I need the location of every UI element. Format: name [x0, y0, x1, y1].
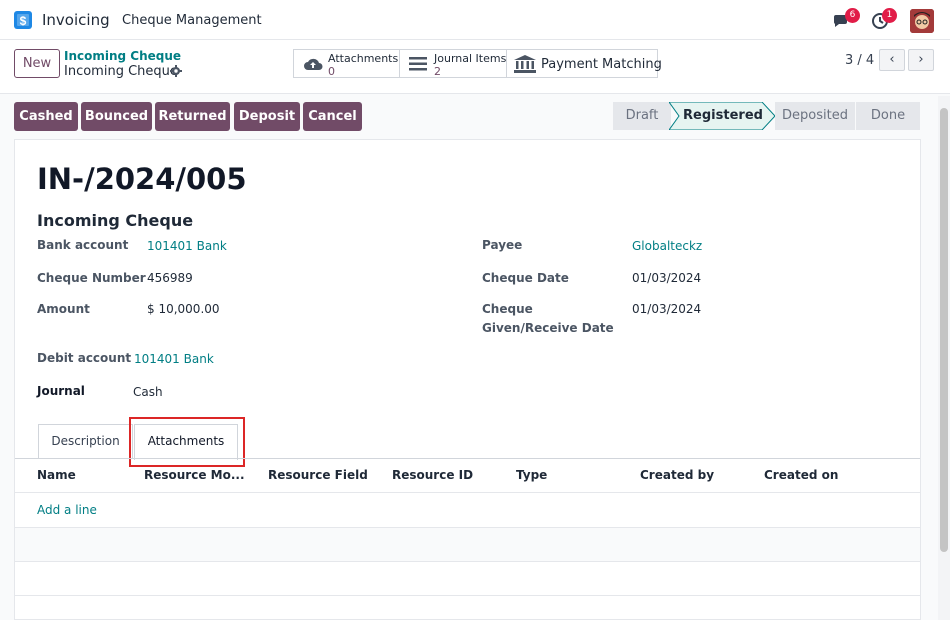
app-name[interactable]: Invoicing — [42, 11, 110, 29]
status-deposited[interactable]: Deposited — [775, 102, 855, 130]
activities-badge: 1 — [882, 8, 897, 23]
deposit-button[interactable]: Deposit — [234, 102, 300, 131]
column-resource-field[interactable]: Resource Field — [268, 468, 368, 482]
record-name: IN-/2024/005 — [37, 162, 247, 196]
cheque-date-value[interactable]: 01/03/2024 — [632, 271, 701, 285]
tab-description[interactable]: Description — [38, 424, 133, 459]
column-type[interactable]: Type — [516, 468, 547, 482]
attachments-tab-highlight — [129, 417, 245, 467]
cashed-button[interactable]: Cashed — [14, 102, 78, 131]
payment-matching-smart-button[interactable]: Payment Matching — [506, 49, 662, 78]
vertical-scrollbar[interactable] — [938, 96, 950, 620]
cancel-button[interactable]: Cancel — [303, 102, 362, 131]
bounced-button[interactable]: Bounced — [81, 102, 152, 131]
invoicing-app-icon[interactable]: $ — [14, 11, 32, 29]
attachments-label: Attachments — [328, 52, 399, 65]
list-icon — [409, 57, 427, 71]
control-panel: New Incoming Cheque Incoming Cheque Atta… — [0, 40, 950, 94]
add-a-line-link[interactable]: Add a line — [37, 503, 97, 517]
form-sheet: IN-/2024/005 Incoming Cheque Bank accoun… — [14, 139, 921, 620]
row-divider — [15, 561, 920, 562]
column-created-by[interactable]: Created by — [640, 468, 714, 482]
bank-icon — [514, 55, 536, 73]
attachments-count: 0 — [328, 65, 335, 78]
menu-cheque-management[interactable]: Cheque Management — [122, 13, 262, 28]
cheque-number-value[interactable]: 456989 — [147, 271, 193, 285]
payee-label: Payee — [482, 238, 523, 252]
payment-matching-label: Payment Matching — [541, 57, 662, 72]
scrollbar-thumb[interactable] — [940, 108, 948, 552]
header-divider — [15, 492, 920, 493]
status-registered[interactable]: Registered — [678, 102, 768, 130]
cloud-upload-icon — [304, 58, 323, 70]
cheque-date-label: Cheque Date — [482, 271, 569, 285]
journal-label: Journal — [37, 384, 85, 398]
debit-account-label: Debit account — [37, 351, 132, 365]
breadcrumb-current: Incoming Cheque — [64, 64, 178, 79]
top-navbar: $ Invoicing Cheque Management 6 1 — [0, 0, 950, 40]
journal-value[interactable]: Cash — [133, 385, 163, 399]
gear-icon[interactable] — [170, 65, 182, 77]
tab-divider — [15, 458, 920, 459]
cheque-given-receive-date-label: Cheque Given/Receive Date — [482, 302, 614, 335]
attachments-smart-button[interactable]: Attachments 0 — [293, 49, 400, 78]
cheque-number-label: Cheque Number — [37, 271, 146, 285]
svg-text:$: $ — [20, 14, 27, 28]
bank-account-value[interactable]: 101401 Bank — [147, 239, 227, 253]
column-created-on[interactable]: Created on — [764, 468, 838, 482]
breadcrumb-link[interactable]: Incoming Cheque — [64, 49, 181, 63]
pager-value: 3 / 4 — [845, 53, 875, 68]
record-type: Incoming Cheque — [37, 211, 194, 230]
bank-account-label: Bank account — [37, 238, 129, 252]
cheque-given-receive-date-value[interactable]: 01/03/2024 — [632, 302, 701, 316]
column-name[interactable]: Name — [37, 468, 76, 482]
journal-items-label: Journal Items — [434, 52, 507, 65]
amount-label: Amount — [37, 302, 90, 316]
messages-badge: 6 — [845, 8, 860, 23]
pager-next-button[interactable]: › — [908, 49, 934, 71]
table-row — [15, 528, 920, 562]
new-button[interactable]: New — [14, 49, 60, 78]
pager-previous-button[interactable]: ‹ — [879, 49, 905, 71]
column-resource-id[interactable]: Resource ID — [392, 468, 473, 482]
returned-button[interactable]: Returned — [155, 102, 230, 131]
user-avatar[interactable] — [910, 9, 934, 33]
debit-account-value[interactable]: 101401 Bank — [134, 352, 214, 366]
journal-items-smart-button[interactable]: Journal Items 2 — [399, 49, 507, 78]
column-resource-model[interactable]: Resource Mo... — [144, 468, 245, 482]
row-divider — [15, 595, 920, 596]
amount-value[interactable]: $ 10,000.00 — [147, 302, 220, 316]
journal-items-count: 2 — [434, 65, 441, 78]
payee-value[interactable]: Globalteckz — [632, 239, 702, 253]
status-done[interactable]: Done — [856, 102, 920, 130]
status-draft[interactable]: Draft — [613, 102, 671, 130]
